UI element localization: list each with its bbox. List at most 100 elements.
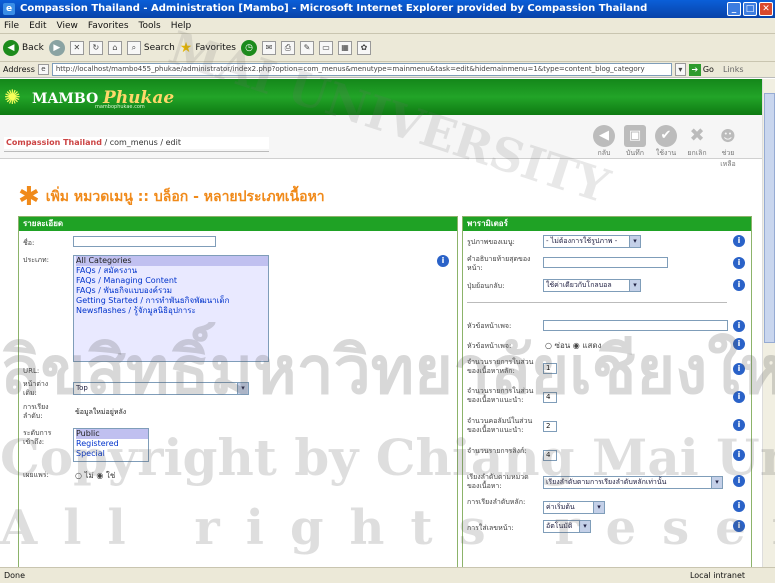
menu-edit[interactable]: Edit: [29, 18, 46, 33]
name-input[interactable]: [73, 236, 216, 247]
page-icon: e: [37, 64, 49, 75]
info-icon[interactable]: i: [733, 520, 745, 532]
close-button[interactable]: ✕: [759, 2, 773, 16]
search-button[interactable]: ⌕ Search: [126, 40, 175, 55]
menu-favorites[interactable]: Favorites: [88, 18, 129, 33]
menu-image-value: - ไม่ต้องการใช้รูปภาพ -: [546, 237, 618, 245]
search-icon: ⌕: [126, 40, 141, 55]
columns-label: จำนวนคอลัมน์ในส่วนของเนื้อหาแนะนำ:: [467, 417, 533, 434]
zone-indicator: Local intranet: [689, 571, 745, 580]
info-icon[interactable]: i: [733, 500, 745, 512]
show-title-radio[interactable]: ◉: [573, 341, 580, 350]
leading-count-input[interactable]: 1: [543, 363, 557, 374]
cancel-tool[interactable]: ✖ ยกเลิก: [683, 125, 711, 170]
breadcrumb-site[interactable]: Compassion Thailand: [6, 138, 102, 147]
menu-image-select[interactable]: - ไม่ต้องการใช้รูปภาพ - ▾: [543, 235, 641, 248]
edit-icon[interactable]: ✎: [300, 40, 314, 55]
menu-file[interactable]: File: [4, 18, 19, 33]
status-text: Done: [4, 571, 26, 580]
info-icon[interactable]: i: [733, 320, 745, 332]
parent-select[interactable]: Top ▾: [73, 382, 249, 395]
info-icon[interactable]: i: [733, 257, 745, 269]
save-tool-icon: ▣: [624, 125, 646, 147]
discuss-icon[interactable]: ▦: [338, 40, 352, 55]
pagination-select[interactable]: อัตโนมัติ ▾: [543, 520, 591, 533]
status-bar: Done Local intranet: [0, 567, 775, 583]
info-icon[interactable]: i: [733, 449, 745, 461]
access-option[interactable]: Special: [76, 449, 148, 459]
category-list[interactable]: All Categories FAQs / สมัครงาน FAQs / Ma…: [73, 255, 269, 362]
links-label[interactable]: Links: [723, 65, 744, 74]
publish-no-radio[interactable]: ○: [75, 471, 82, 480]
go-button[interactable]: ➔ Go: [688, 63, 714, 76]
category-option[interactable]: FAQs / สมัครงาน: [76, 266, 268, 276]
parameters-header: พารามิเตอร์: [463, 217, 751, 231]
category-option[interactable]: FAQs / Managing Content: [76, 276, 268, 286]
publish-yes-label: ใช่: [105, 471, 116, 480]
category-option[interactable]: Newsflashes / รู้จักมูลนิธิอุปการะ: [76, 306, 268, 316]
category-order-label: เรียงลำดับตามหมวดของเนื้อหา:: [467, 473, 529, 490]
category-option[interactable]: Getting Started / การทำพันธกิจพัฒนาเด็ก: [76, 296, 268, 306]
info-icon[interactable]: i: [733, 475, 745, 487]
publish-radios: ○ ไม่ ◉ ใช่: [75, 469, 115, 482]
links-count-input[interactable]: 4: [543, 450, 557, 461]
intro-count-input[interactable]: 4: [543, 392, 557, 403]
publish-yes-radio[interactable]: ◉: [96, 471, 103, 480]
address-dropdown-icon[interactable]: ▾: [674, 63, 686, 76]
address-label: Address: [3, 65, 35, 74]
access-option[interactable]: Public: [76, 429, 148, 439]
page-content: ✺ MAMBO Phukae mambophukae.com Compassio…: [0, 79, 775, 567]
info-icon[interactable]: i: [733, 391, 745, 403]
scrollbar-thumb[interactable]: [764, 93, 775, 343]
links-count-label: จำนวนรายการลิงก์:: [467, 447, 527, 455]
back-button[interactable]: ◀ Back: [3, 39, 44, 56]
primary-order-select[interactable]: ค่าเริ่มต้น ▾: [543, 501, 605, 514]
refresh-icon[interactable]: ↻: [88, 40, 103, 55]
category-order-select[interactable]: เรียงลำดับตามการเรียงลำดับหลักเท่านั้น ▾: [543, 476, 723, 489]
save-tool[interactable]: ▣ บันทึก: [621, 125, 649, 170]
maximize-button[interactable]: □: [743, 2, 757, 16]
apply-tool[interactable]: ✔ ใช้งาน: [652, 125, 680, 170]
hide-title-radio[interactable]: ○: [545, 341, 552, 350]
info-icon[interactable]: i: [733, 363, 745, 375]
admin-toolbar: ◀ กลับ ▣ บันทึก ✔ ใช้งาน ✖ ยกเลิก ☻ ช่วยเหลือ: [590, 125, 742, 170]
mail-icon[interactable]: ✉: [262, 40, 276, 55]
info-icon[interactable]: i: [733, 279, 745, 291]
info-icon[interactable]: i: [733, 419, 745, 431]
page-footer-input[interactable]: [543, 257, 668, 268]
stop-icon[interactable]: ✕: [69, 40, 84, 55]
category-order-value: เรียงลำดับตามการเรียงลำดับหลักเท่านั้น: [546, 478, 667, 486]
minimize-button[interactable]: _: [727, 2, 741, 16]
forward-button[interactable]: ▶: [48, 39, 65, 56]
category-label: ประเภท:: [23, 256, 49, 264]
window-title: Compassion Thailand - Administration [Ma…: [20, 3, 648, 14]
star-icon: ★: [179, 39, 193, 56]
page-title-input[interactable]: [543, 320, 728, 331]
access-option[interactable]: Registered: [76, 439, 148, 449]
info-icon[interactable]: i: [733, 338, 745, 350]
messenger-icon[interactable]: ✿: [357, 40, 371, 55]
print-icon[interactable]: ⎙: [281, 40, 295, 55]
parent-label: หน้าต่าง เดิม:: [23, 380, 49, 397]
menu-view[interactable]: View: [57, 18, 78, 33]
category-option[interactable]: All Categories: [76, 256, 268, 266]
vertical-scrollbar[interactable]: [762, 79, 775, 567]
address-input[interactable]: http://localhost/mambo455_phukae/adminis…: [51, 63, 672, 76]
menu-help[interactable]: Help: [171, 18, 192, 33]
back-tool[interactable]: ◀ กลับ: [590, 125, 618, 170]
info-icon[interactable]: i: [733, 235, 745, 247]
access-list[interactable]: Public Registered Special: [73, 428, 149, 462]
help-tool-icon: ☻: [720, 127, 736, 145]
favorites-label: Favorites: [195, 42, 236, 53]
history-icon[interactable]: ◷: [241, 39, 257, 56]
menu-tools[interactable]: Tools: [139, 18, 161, 33]
category-option[interactable]: FAQs / พันธกิจแบบองค์รวม: [76, 286, 268, 296]
columns-input[interactable]: 2: [543, 421, 557, 432]
favorites-button[interactable]: ★ Favorites: [180, 40, 236, 56]
folder-icon[interactable]: ▭: [319, 40, 333, 55]
category-info-icon[interactable]: i: [437, 255, 449, 267]
home-icon[interactable]: ⌂: [107, 40, 122, 55]
help-tool[interactable]: ☻ ช่วยเหลือ: [714, 125, 742, 170]
back-button-select[interactable]: ใช้ค่าเดียวกับโกลบอล ▾: [543, 279, 641, 292]
page-title: ✱ เพิ่ม หมวดเมนู :: บล็อก - หลายประเภทเน…: [18, 184, 325, 210]
